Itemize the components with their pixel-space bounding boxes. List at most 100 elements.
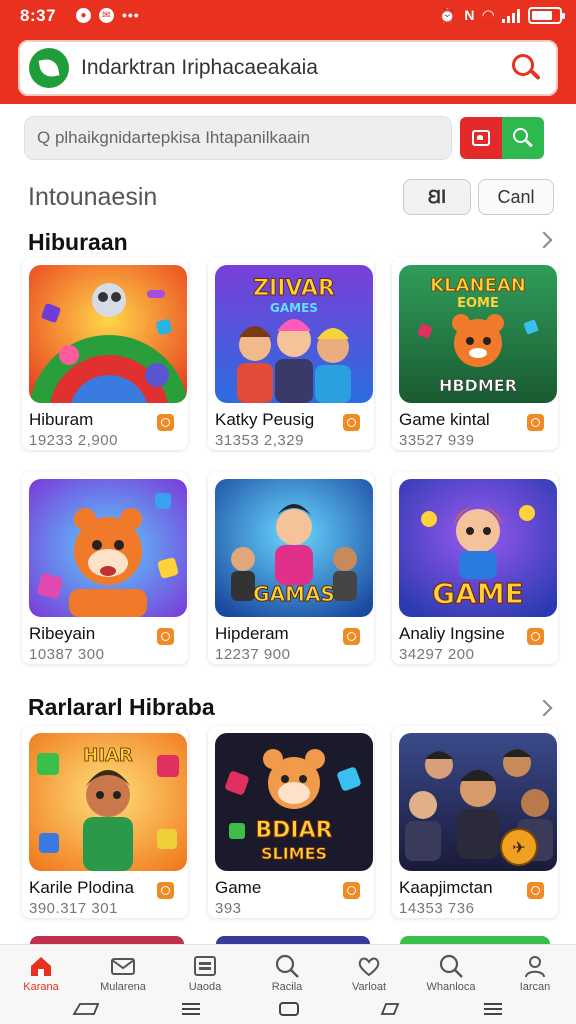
person-icon [522,953,548,979]
section-title: Rarlararl Hibraba [28,694,215,720]
search-icon [274,953,300,979]
nfc-icon: N [464,7,475,23]
game-thumbnail: GAME [399,479,557,617]
assistant-icon[interactable] [378,1000,400,1018]
badge-icon [157,414,174,431]
tablet-icon [192,953,218,979]
game-thumbnail: KLANEAN EOME HBDMER [399,265,557,403]
game-thumbnail: ZIIVAR GAMES [215,265,373,403]
art-text: HBDMER [439,376,517,395]
art-text: KLANEAN [430,275,526,296]
badge-icon [343,882,360,899]
category-pill[interactable]: Canl [478,179,554,215]
game-card[interactable]: KLANEAN EOME HBDMER Game kintal 33527 93… [392,258,558,450]
search-icon[interactable] [510,52,542,84]
search-icon [438,953,464,979]
section-title: Hiburaan [28,229,128,255]
category-title: Intounaesin [28,183,158,211]
badge-icon [527,414,544,431]
signal-icon [502,8,520,23]
search-button[interactable] [502,117,544,159]
svg-text:✈: ✈ [512,838,525,857]
nav-label: Uaoda [188,981,222,993]
badge-icon [527,882,544,899]
badge-icon [157,628,174,645]
nav-item-search[interactable]: Racila [246,953,328,995]
alarm-icon: ⏰ [438,6,457,23]
art-text: GAMAS [253,582,335,606]
menu-icon[interactable] [180,1000,202,1018]
game-title: Kaapjimctan [399,878,493,897]
game-thumbnail [29,265,187,403]
notification-icon: ● [76,7,91,23]
app-search-bar[interactable]: Indarktran Iriphacaeakaia [18,40,558,96]
nav-label: Karana [23,981,59,993]
nav-item-profile[interactable]: Iarcan [494,953,576,995]
game-card[interactable]: HIAR Karile Plodina 390.317 301 [22,726,188,918]
menu-icon[interactable] [482,1000,504,1018]
game-count: 12237 900 [215,646,291,663]
game-title: Hipderam [215,624,289,643]
game-count: 14353 736 [399,900,475,917]
game-card[interactable]: GAME Analiy Ingsine 34297 200 [392,472,558,664]
nav-label: Iarcan [519,981,551,993]
game-title: Game kintal [399,410,490,429]
nav-label: Mularena [100,981,146,993]
art-text: GAME [432,577,524,610]
app-header: 8:37 ● ✉ ••• ⏰ N ◠ Indarktran Iriphacaea… [0,0,576,104]
app-search-text: Indarktran Iriphacaeakaia [81,56,318,79]
filter-button[interactable] [460,117,502,159]
back-icon[interactable] [72,1000,100,1018]
game-count: 33527 939 [399,432,475,449]
mail-icon [110,953,136,979]
more-notifications-icon: ••• [122,7,140,23]
chevron-right-icon[interactable] [535,699,553,717]
art-text: HIAR [83,745,133,766]
game-title: Katky Peusig [215,410,315,429]
search-input-placeholder: Q plhaikgnidartepkisa Ihtapanilkaain [37,128,311,147]
app-logo [29,48,69,88]
game-title: Hiburam [29,410,94,429]
game-title: Analiy Ingsine [399,624,505,643]
nav-label: Racila [271,981,303,993]
game-card[interactable]: Ribeyain 10387 300 [22,472,188,664]
nav-label: Whanloca [426,981,476,993]
art-text: ZIIVAR [253,276,335,301]
game-card[interactable]: BDIAR SLIMES Game 393 [208,726,374,918]
game-count: 393 [215,900,242,917]
status-time: 8:37 [20,6,57,25]
wifi-icon: ◠ [482,7,494,24]
system-navigation-bar [0,996,576,1024]
search-input[interactable]: Q plhaikgnidartepkisa Ihtapanilkaain [24,116,452,160]
game-count: 31353 2,329 [215,432,304,449]
badge-icon [157,882,174,899]
game-card[interactable]: ZIIVAR GAMES Katky Peusig 31353 2,329 [208,258,374,450]
badge-icon [527,628,544,645]
art-text: BDIAR [255,818,332,843]
game-count: 19233 2,900 [29,432,118,449]
game-card[interactable]: ✈ Kaapjimctan 14353 736 [392,726,558,918]
nav-item-favorites[interactable]: Varloat [328,953,410,995]
chevron-right-icon[interactable] [535,231,553,249]
game-title: Karile Plodina [29,878,134,897]
game-thumbnail [29,479,187,617]
game-thumbnail: BDIAR SLIMES [215,733,373,871]
notification-icon: ✉ [99,7,114,23]
heart-icon [356,953,382,979]
game-thumbnail: GAMAS [215,479,373,617]
game-title: Ribeyain [29,624,96,643]
game-count: 34297 200 [399,646,475,663]
game-title: Game [215,878,262,897]
nav-item-discover[interactable]: Whanloca [410,953,492,995]
nav-item-home[interactable]: Karana [0,953,82,995]
nav-item-tablet[interactable]: Uaoda [164,953,246,995]
game-card[interactable]: GAMAS Hipderam 12237 900 [208,472,374,664]
home-button-icon[interactable] [278,1000,300,1018]
search-icon [512,127,534,149]
battery-icon [528,6,565,24]
art-text: SLIMES [261,844,327,863]
category-pill[interactable]: Ꞛl [403,179,471,215]
game-card[interactable]: Hiburam 19233 2,900 [22,258,188,450]
nav-item-mail[interactable]: Mularena [82,953,164,995]
system-icons: ⏰ N ◠ [438,6,565,24]
